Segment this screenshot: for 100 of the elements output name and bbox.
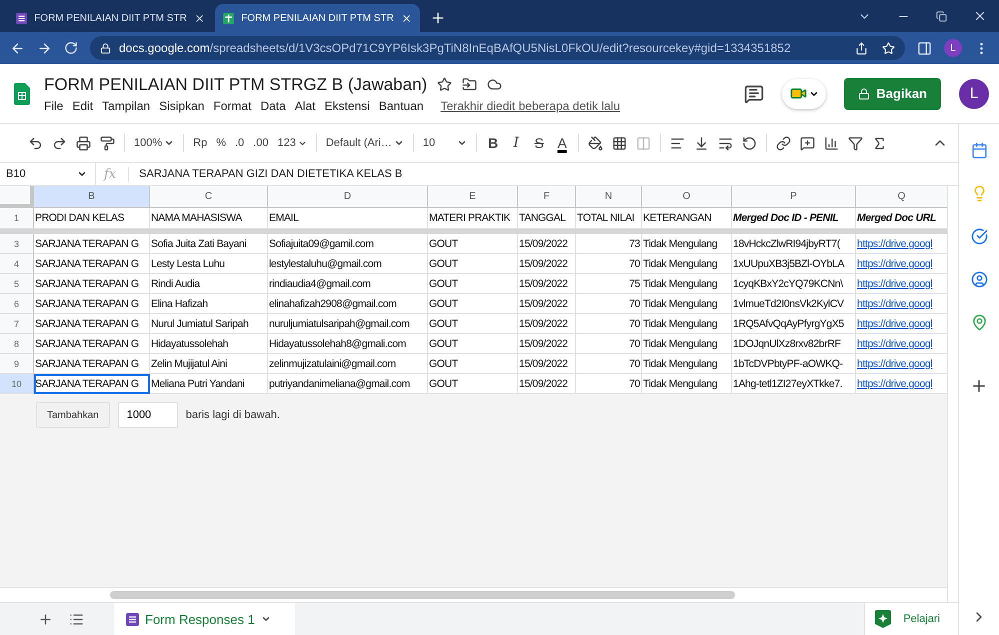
row-header[interactable]: 4 bbox=[0, 254, 34, 274]
cell-link[interactable]: https://drive.googl bbox=[856, 274, 948, 294]
link-icon[interactable] bbox=[776, 136, 792, 150]
menu-item[interactable]: Bantuan bbox=[378, 98, 424, 112]
share-icon[interactable] bbox=[855, 42, 868, 54]
text-style-button[interactable]: B bbox=[486, 135, 500, 151]
chart-icon[interactable] bbox=[824, 136, 840, 150]
browser-tab[interactable]: FORM PENILAIAN DIIT PTM STR bbox=[8, 4, 213, 32]
format-button[interactable]: .00 bbox=[253, 137, 268, 149]
row-header[interactable]: 7 bbox=[0, 314, 34, 334]
caret-icon[interactable] bbox=[77, 169, 87, 179]
cell-link[interactable]: https://drive.googl bbox=[856, 354, 948, 374]
cell-link[interactable]: https://drive.googl bbox=[856, 374, 948, 394]
filter-icon[interactable] bbox=[848, 136, 864, 150]
add-icon[interactable] bbox=[970, 377, 988, 395]
column-header[interactable]: O bbox=[642, 186, 732, 208]
caret-icon[interactable] bbox=[394, 138, 404, 148]
align-icon[interactable] bbox=[670, 136, 686, 150]
paint-format-icon[interactable] bbox=[100, 136, 115, 150]
formula-field[interactable]: SARJANA TERAPAN GIZI DAN DIETETIKA KELAS B bbox=[129, 168, 402, 180]
back-icon[interactable] bbox=[10, 40, 25, 56]
add-rows-button[interactable]: Tambahkan bbox=[36, 402, 110, 428]
font-size-dropdown[interactable]: 10 bbox=[422, 137, 468, 149]
column-header[interactable]: B bbox=[34, 186, 150, 208]
tasks-icon[interactable] bbox=[970, 228, 988, 245]
menu-item[interactable]: Format bbox=[213, 98, 252, 112]
text-rotation-icon[interactable] bbox=[742, 136, 758, 150]
row-count-field[interactable]: 1000 bbox=[118, 402, 178, 428]
add-sheet-icon[interactable] bbox=[38, 612, 53, 626]
forward-icon[interactable] bbox=[37, 40, 52, 56]
format-button[interactable]: .0 bbox=[234, 137, 244, 149]
row-header[interactable]: 8 bbox=[0, 334, 34, 354]
folder-icon[interactable] bbox=[462, 77, 478, 92]
last-edit-link[interactable]: Terakhir diedit beberapa detik lalu bbox=[440, 98, 620, 112]
meet-button[interactable] bbox=[782, 78, 826, 108]
print-icon[interactable] bbox=[76, 136, 91, 150]
column-header[interactable]: C bbox=[150, 186, 268, 208]
explore-button[interactable]: Pelajari bbox=[864, 603, 958, 635]
row-header[interactable]: 5 bbox=[0, 274, 34, 294]
menu-item[interactable]: Tampilan bbox=[102, 98, 150, 112]
cell-link[interactable]: https://drive.googl bbox=[856, 234, 948, 254]
text-style-button[interactable]: A bbox=[555, 135, 570, 151]
sheet-tab[interactable]: Form Responses 1 bbox=[114, 603, 295, 635]
all-sheets-icon[interactable] bbox=[69, 612, 84, 626]
close-icon[interactable] bbox=[973, 9, 987, 23]
cell-link[interactable]: https://drive.googl bbox=[856, 334, 948, 354]
column-header[interactable]: P bbox=[732, 186, 856, 208]
text-style-button[interactable]: I bbox=[509, 135, 524, 151]
calendar-icon[interactable] bbox=[970, 142, 988, 159]
document-title[interactable]: FORM PENILAIAN DIIT PTM STRGZ B (Jawaban) bbox=[44, 74, 428, 94]
side-panel-icon[interactable] bbox=[917, 40, 932, 56]
restore-icon[interactable] bbox=[936, 10, 947, 22]
caret-icon[interactable] bbox=[457, 138, 468, 148]
column-header[interactable]: D bbox=[268, 186, 428, 208]
address-field[interactable]: docs.google.com/spreadsheets/d/1V3csOPd71C9YP6Isk3PgTiN8InEqBAfQU5NisL0FkOU/edit?resourcekey#gid=1334351852 bbox=[90, 36, 905, 60]
menu-item[interactable]: File bbox=[44, 98, 64, 112]
merge-cells-icon[interactable] bbox=[636, 136, 652, 150]
font-dropdown[interactable]: Default (Ari… bbox=[326, 137, 404, 149]
column-header[interactable]: F bbox=[518, 186, 576, 208]
fill-color-icon[interactable] bbox=[588, 136, 604, 150]
bookmark-star-icon[interactable] bbox=[882, 42, 895, 54]
browser-tab[interactable]: FORM PENILAIAN DIIT PTM STR bbox=[215, 4, 420, 32]
vertical-align-icon[interactable] bbox=[694, 136, 710, 150]
borders-icon[interactable] bbox=[612, 136, 628, 150]
menu-item[interactable]: Sisipkan bbox=[159, 98, 204, 112]
comment-icon[interactable] bbox=[800, 136, 816, 150]
caret-icon[interactable] bbox=[164, 138, 174, 148]
menu-item[interactable]: Ekstensi bbox=[324, 98, 370, 112]
name-box[interactable]: B10 bbox=[0, 163, 96, 185]
row-header[interactable]: 9 bbox=[0, 354, 34, 374]
zoom-dropdown[interactable]: 100% bbox=[134, 137, 174, 149]
wrap-text-icon[interactable] bbox=[718, 136, 734, 150]
share-button[interactable]: Bagikan bbox=[844, 78, 941, 110]
cell-link[interactable]: https://drive.googl bbox=[856, 294, 948, 314]
new-tab-icon[interactable] bbox=[430, 10, 446, 26]
column-header[interactable]: E bbox=[428, 186, 518, 208]
menu-item[interactable]: Data bbox=[260, 98, 286, 112]
format-button[interactable]: Rp bbox=[193, 137, 208, 149]
cell-link[interactable]: https://drive.googl bbox=[856, 314, 948, 334]
row-header[interactable]: 6 bbox=[0, 294, 34, 314]
menu-item[interactable]: Alat bbox=[294, 98, 316, 112]
row-header[interactable]: 1 bbox=[0, 208, 34, 229]
more-formats-dropdown[interactable]: 123 bbox=[277, 137, 307, 149]
column-header[interactable]: Q bbox=[856, 186, 948, 208]
row-header[interactable]: 10 bbox=[0, 374, 34, 394]
account-avatar[interactable]: L bbox=[959, 78, 989, 108]
star-icon[interactable] bbox=[437, 77, 452, 92]
cell-link[interactable]: https://drive.googl bbox=[856, 254, 948, 274]
column-header[interactable]: N bbox=[576, 186, 642, 208]
spreadsheet-logo[interactable] bbox=[14, 82, 30, 104]
redo-icon[interactable] bbox=[52, 136, 67, 150]
contacts-icon[interactable] bbox=[970, 271, 988, 288]
scrollbar-thumb[interactable] bbox=[110, 591, 735, 599]
undo-icon[interactable] bbox=[28, 136, 43, 150]
map-pin-icon[interactable] bbox=[970, 314, 988, 331]
text-style-button[interactable]: S bbox=[532, 135, 546, 151]
reload-icon[interactable] bbox=[64, 41, 78, 55]
profile-avatar[interactable]: L bbox=[944, 39, 962, 57]
comment-history-icon[interactable] bbox=[744, 84, 764, 104]
format-button[interactable]: % bbox=[216, 137, 226, 149]
